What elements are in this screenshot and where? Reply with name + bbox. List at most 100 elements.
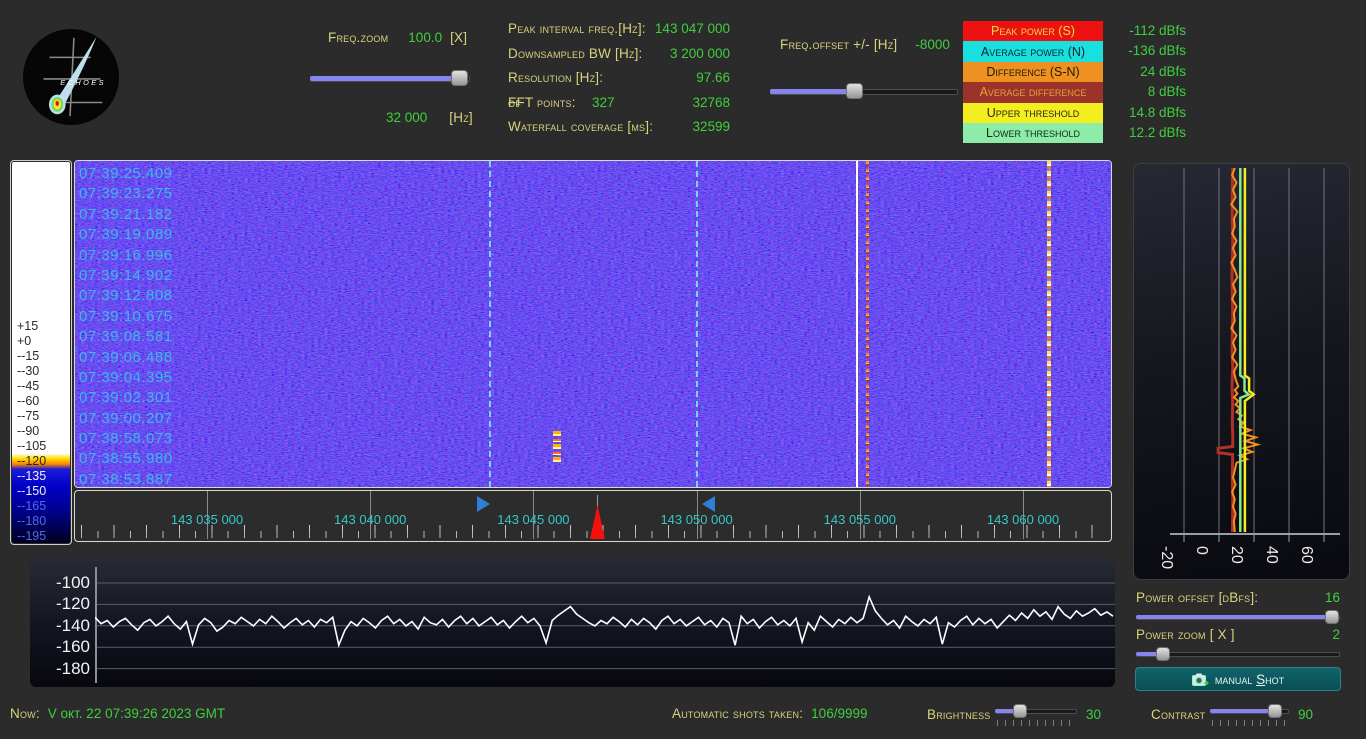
legend-button[interactable]: Average power (N) <box>963 41 1103 61</box>
freq-offset-slider[interactable] <box>770 83 958 99</box>
scale-label: --105 <box>17 439 46 454</box>
fft-total-value: 32768 <box>692 95 730 110</box>
power-offset-slider[interactable] <box>1136 610 1340 626</box>
legend-row: Upper threshold 14.8 dBfs <box>963 103 1186 123</box>
brightness-slider-knob[interactable] <box>1013 704 1027 718</box>
peak-frequency-marker <box>590 505 605 539</box>
interference-line-yellow <box>1047 161 1051 487</box>
power-tick-label: -160 <box>38 637 90 657</box>
legend-readout: 14.8 dBfs <box>1111 103 1186 123</box>
contrast-slider[interactable] <box>1210 704 1289 720</box>
freq-zoom-slider-fill <box>310 76 460 81</box>
freq-zoom-slider[interactable] <box>310 70 470 86</box>
scale-label: --75 <box>17 409 39 424</box>
difference-plot-panel: -200204060 <box>1133 163 1350 580</box>
interval-end-marker-icon <box>702 496 715 512</box>
legend-button[interactable]: Lower threshold <box>963 123 1103 143</box>
legend-row: Difference (S-N) 24 dBfs <box>963 62 1186 82</box>
frequency-ruler[interactable]: 143 035 000143 040 000143 045 000143 050… <box>74 490 1112 542</box>
scale-label: --60 <box>17 394 39 409</box>
spectrum-plot <box>95 557 1115 687</box>
waterfall-noise <box>75 161 1111 487</box>
difference-tick-label: 0 <box>1192 546 1210 555</box>
interval-upper-bound-line <box>696 161 698 487</box>
contrast-ticks <box>1212 720 1289 726</box>
freq-zoom-slider-knob[interactable] <box>451 70 468 86</box>
interference-line-orange <box>866 161 869 487</box>
stat-peak-interval-freq: Peak interval freq.[Hz]: 143 047 000 <box>508 18 730 43</box>
waterfall-timestamps: 07:39:25.40907:39:23.27507:39:21.18207:3… <box>79 164 173 488</box>
freq-offset-group: Freq.offset +/- [Hz] -8000 <box>780 37 950 52</box>
freq-offset-slider-knob[interactable] <box>846 83 863 99</box>
waterfall-timestamp: 07:39:19.089 <box>79 225 173 245</box>
now-value: V окт. 22 07:39:26 2023 GMT <box>48 706 225 721</box>
plot-legend: Peak power (S)-112 dBfsAverage power (N)… <box>963 21 1186 143</box>
difference-plot <box>1134 164 1349 579</box>
stat-value: 97.66 <box>696 70 730 85</box>
manual-shot-button[interactable]: manual Shot <box>1135 667 1341 691</box>
legend-button[interactable]: Peak power (S) <box>963 21 1103 41</box>
fft-of-label: of <box>508 95 521 110</box>
status-shots-group: Automatic shots taken: 106/9999 <box>672 706 867 721</box>
echoes-logo-icon: ECHOES <box>22 28 120 126</box>
waterfall-timestamp: 07:39:21.182 <box>79 205 173 225</box>
legend-readout: 24 dBfs <box>1111 62 1186 82</box>
waterfall-timestamp: 07:39:08.581 <box>79 327 173 347</box>
scale-label: --15 <box>17 349 39 364</box>
carrier-signal-line <box>856 161 858 487</box>
frequency-tick-label: 143 050 000 <box>660 512 732 527</box>
waterfall-display: 07:39:25.40907:39:23.27507:39:21.18207:3… <box>74 160 1112 488</box>
meteor-echo-blob <box>553 431 561 463</box>
difference-tick-label: 60 <box>1297 546 1315 564</box>
freq-offset-value: -8000 <box>915 37 950 52</box>
brightness-slider[interactable] <box>995 704 1077 720</box>
power-offset-value: 16 <box>1325 590 1340 605</box>
legend-row: Lower threshold 12.2 dBfs <box>963 123 1186 143</box>
power-zoom-slider[interactable] <box>1136 647 1340 663</box>
power-tick-label: -180 <box>38 659 90 679</box>
stat-fft-points: FFT points: 327 of 32768 <box>508 92 730 117</box>
shots-taken-value: 106/9999 <box>811 706 867 721</box>
waterfall-timestamp: 07:39:12.808 <box>79 286 173 306</box>
stat-resolution: Resolution [Hz]: 97.66 <box>508 67 730 92</box>
legend-button[interactable]: Upper threshold <box>963 103 1103 123</box>
freq-zoom-unit: [X] <box>450 30 467 45</box>
legend-button[interactable]: Difference (S-N) <box>963 62 1103 82</box>
legend-readout: 8 dBfs <box>1111 82 1186 102</box>
power-zoom-value: 2 <box>1332 627 1340 642</box>
stat-value: 143 047 000 <box>655 21 730 36</box>
waterfall-timestamp: 07:39:23.275 <box>79 184 173 204</box>
scale-label: --45 <box>17 379 39 394</box>
contrast-value: 90 <box>1298 707 1313 722</box>
freq-zoom-span-group: 32 000 [Hz] <box>386 110 473 125</box>
power-zoom-group: Power zoom [ X ] 2 <box>1136 627 1340 642</box>
power-offset-label: Power offset [dBfs]: <box>1136 590 1258 605</box>
power-zoom-slider-knob[interactable] <box>1156 647 1170 661</box>
legend-button[interactable]: Average difference <box>963 82 1103 102</box>
legend-row: Average difference 8 dBfs <box>963 82 1186 102</box>
stat-label: Peak interval freq.[Hz]: <box>508 21 646 36</box>
difference-tick-label: 40 <box>1262 546 1280 564</box>
stat-label: Downsampled BW [Hz]: <box>508 46 643 61</box>
waterfall-timestamp: 07:39:16.996 <box>79 246 173 266</box>
brightness-value: 30 <box>1086 707 1101 722</box>
power-tick-label: -100 <box>38 573 90 593</box>
waterfall-timestamp: 07:39:06.488 <box>79 348 173 368</box>
waterfall-timestamp: 07:38:55.980 <box>79 449 173 469</box>
stat-label: Resolution [Hz]: <box>508 70 603 85</box>
contrast-label: Contrast <box>1151 707 1205 722</box>
scale-label: --135 <box>17 469 46 484</box>
scale-label: --150 <box>17 484 46 499</box>
power-tick-label: -120 <box>38 594 90 614</box>
stat-label: Waterfall coverage [ms]: <box>508 119 653 134</box>
stat-value: 32599 <box>692 119 730 134</box>
contrast-slider-knob[interactable] <box>1268 704 1282 718</box>
difference-tick-label: -20 <box>1157 546 1175 569</box>
legend-readout: 12.2 dBfs <box>1111 123 1186 143</box>
power-offset-slider-knob[interactable] <box>1325 610 1339 624</box>
scale-label: +0 <box>17 334 31 349</box>
freq-zoom-span-value: 32 000 <box>386 110 427 125</box>
freq-zoom-group: Freq.zoom 100.0 [X] <box>328 30 467 45</box>
stat-waterfall-coverage: Waterfall coverage [ms]: 32599 <box>508 116 730 141</box>
scale-label: --180 <box>17 514 46 529</box>
